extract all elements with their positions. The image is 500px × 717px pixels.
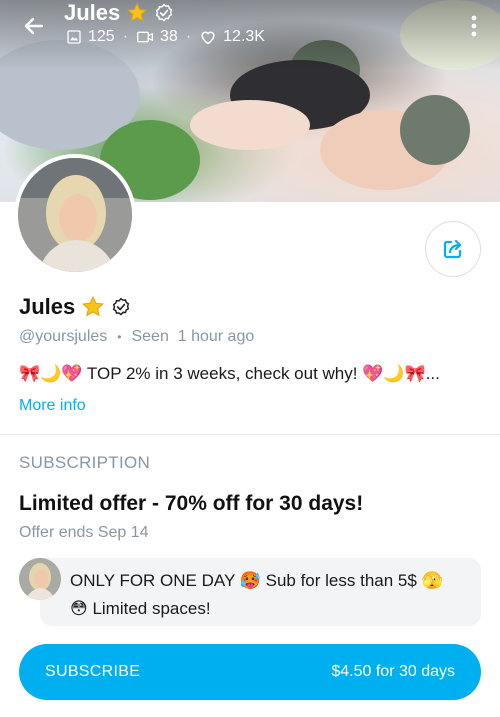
promo-message: ONLY FOR ONE DAY 🥵 Sub for less than 5$ … — [40, 558, 481, 626]
photos-stat: 125 — [66, 28, 115, 46]
photos-count: 125 — [88, 28, 115, 45]
profile-name-row: Jules — [19, 294, 131, 320]
likes-stat: 12.3K — [199, 28, 265, 46]
subscribe-button[interactable]: SUBSCRIBE $4.50 for 30 days — [19, 644, 481, 700]
image-icon — [67, 30, 81, 44]
handle-separator: • — [117, 330, 122, 344]
stat-separator: · — [185, 28, 192, 45]
offer-ends: Offer ends Sep 14 — [19, 524, 149, 541]
share-icon — [443, 239, 462, 259]
section-divider — [0, 434, 500, 435]
last-seen: Seen 1 hour ago — [131, 328, 255, 345]
likes-count: 12.3K — [223, 28, 265, 45]
verified-icon — [113, 297, 130, 316]
video-icon — [137, 31, 154, 43]
profile-bio: 🎀🌙💖 TOP 2% in 3 weeks, check out why! 💖🌙… — [19, 364, 440, 383]
profile-name: Jules — [19, 294, 76, 319]
more-options-button[interactable] — [464, 12, 484, 40]
subscription-heading: SUBSCRIPTION — [19, 453, 151, 472]
videos-stat: 38 — [136, 28, 178, 46]
top-bar: Jules 125 · 38 · 12.3K — [0, 0, 500, 60]
share-button[interactable] — [425, 221, 481, 277]
videos-count: 38 — [160, 28, 178, 45]
star-icon — [82, 295, 105, 317]
profile-handle: @yoursjules — [19, 328, 108, 345]
stat-separator: · — [122, 28, 129, 45]
handle-row: @yoursjules • Seen 1 hour ago — [19, 328, 254, 346]
message-avatar[interactable] — [19, 558, 61, 600]
more-vertical-icon — [471, 15, 477, 37]
back-arrow-icon — [24, 17, 44, 35]
header-title: Jules — [64, 0, 174, 26]
header-stats: 125 · 38 · 12.3K — [66, 28, 265, 46]
offer-title: Limited offer - 70% off for 30 days! — [19, 492, 364, 515]
header-name: Jules — [64, 0, 121, 25]
promo-message-line: 😳 Limited spaces! — [70, 599, 211, 618]
heart-icon — [201, 31, 215, 45]
avatar-photo — [18, 158, 132, 272]
star-icon — [127, 2, 148, 22]
subscribe-label: SUBSCRIBE — [45, 663, 141, 680]
subscribe-price: $4.50 for 30 days — [331, 663, 455, 680]
more-info-link[interactable]: More info — [19, 397, 86, 415]
back-button[interactable] — [18, 10, 50, 42]
avatar[interactable] — [18, 158, 132, 272]
promo-message-line: ONLY FOR ONE DAY 🥵 Sub for less than 5$ … — [70, 571, 443, 590]
verified-icon — [156, 3, 173, 22]
